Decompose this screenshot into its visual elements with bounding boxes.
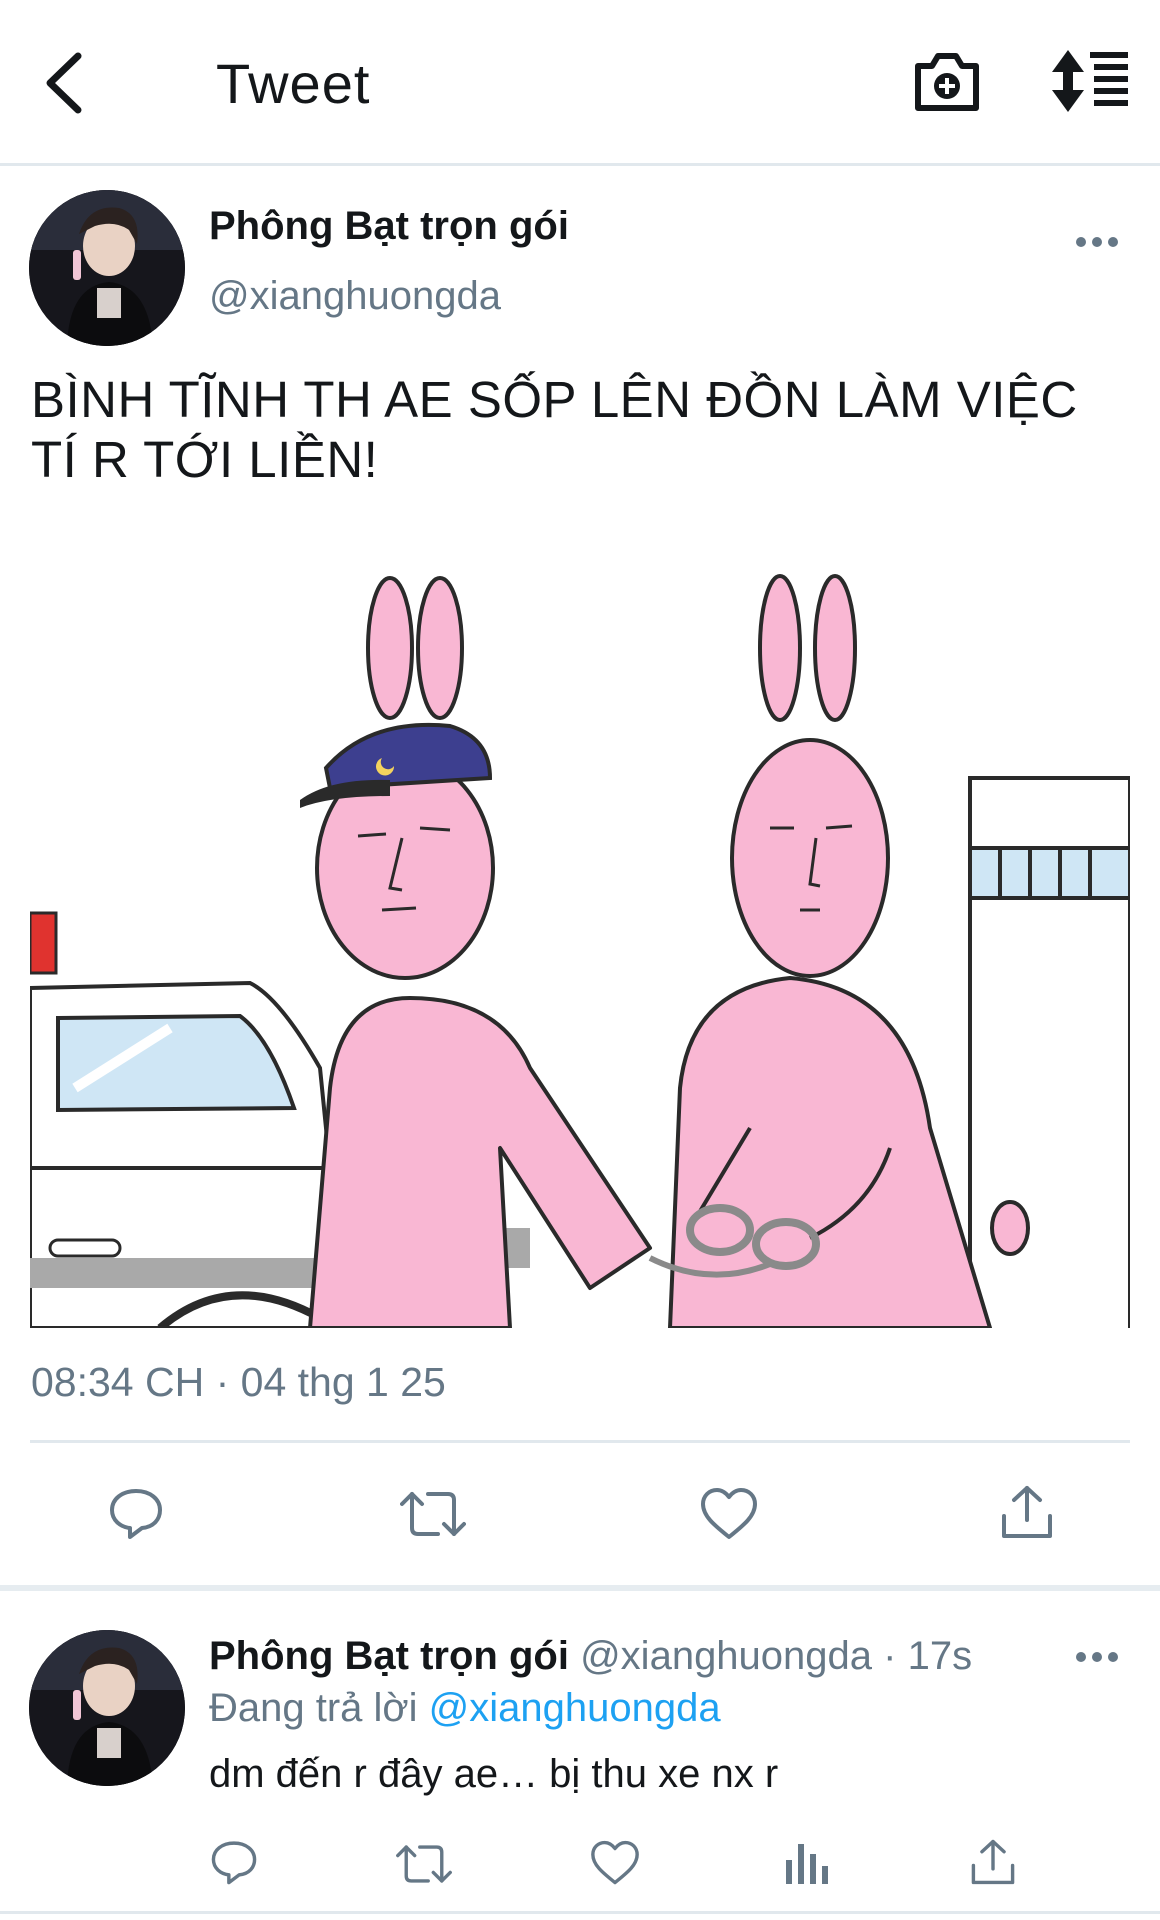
divider	[30, 1440, 1130, 1443]
tweet-text-line-2: TÍ R TỚI LIỀN!	[31, 431, 379, 488]
replying-to: Đang trả lời @xianghuongda	[209, 1682, 721, 1734]
tweet-text: BÌNH TĨNH TH AE SỐP LÊN ĐỒN LÀM VIỆC TÍ …	[31, 370, 1141, 490]
reply-like-button[interactable]	[590, 1840, 640, 1891]
share-icon	[971, 1839, 1015, 1885]
reply-icon	[110, 1489, 162, 1539]
share-button[interactable]	[1000, 1484, 1054, 1545]
reply-author-name[interactable]: Phông Bạt trọn gói	[209, 1634, 569, 1678]
reply-button[interactable]	[108, 1485, 164, 1546]
sort-button[interactable]	[1050, 48, 1130, 114]
more-dots-icon	[1076, 1652, 1118, 1662]
bottom-divider	[0, 1911, 1160, 1914]
reply-text: dm đến r đây ae… bị thu xe nx r	[209, 1752, 779, 1796]
like-button[interactable]	[700, 1487, 758, 1546]
retweet-icon	[400, 1492, 466, 1536]
retweet-icon	[396, 1845, 452, 1883]
replying-to-label: Đang trả lời	[209, 1686, 418, 1730]
back-button[interactable]	[40, 50, 92, 116]
reply-retweet-button[interactable]	[396, 1842, 452, 1891]
author-name[interactable]: Phông Bạt trọn gói	[209, 200, 569, 252]
author-handle[interactable]: @xianghuongda	[209, 270, 501, 322]
page-title: Tweet	[216, 52, 371, 115]
like-icon	[701, 1488, 757, 1539]
analytics-icon	[786, 1844, 828, 1884]
top-bar: Tweet	[0, 0, 1160, 166]
reply-more-options-button[interactable]	[1075, 1647, 1119, 1667]
more-options-button[interactable]	[1075, 232, 1119, 252]
reply-reply-button[interactable]	[210, 1838, 258, 1891]
replying-to-mention[interactable]: @xianghuongda	[429, 1686, 721, 1730]
share-icon	[1002, 1486, 1052, 1538]
reply-analytics-button[interactable]	[784, 1840, 828, 1891]
chevron-left-icon	[46, 52, 82, 114]
retweet-button[interactable]	[400, 1488, 466, 1545]
sort-list-icon	[1052, 50, 1128, 112]
reply-header: Phông Bạt trọn gói @xianghuongda · 17s	[209, 1630, 972, 1682]
reply-meta: @xianghuongda · 17s	[580, 1634, 973, 1678]
tweet-media-image[interactable]	[30, 528, 1130, 1328]
reply-author-avatar[interactable]	[29, 1630, 185, 1786]
camera-plus-icon	[915, 53, 979, 111]
more-dots-icon	[1076, 237, 1118, 247]
camera-button[interactable]	[912, 46, 982, 116]
reply-icon	[211, 1841, 257, 1885]
tweet-text-line-1: BÌNH TĨNH TH AE SỐP LÊN ĐỒN LÀM VIỆC	[31, 371, 1078, 428]
author-avatar[interactable]	[29, 190, 185, 346]
tweet-timestamp: 08:34 CH · 04 thg 1 25	[31, 1359, 446, 1405]
reply-share-button[interactable]	[970, 1838, 1016, 1891]
section-separator	[0, 1585, 1160, 1591]
like-icon	[591, 1840, 639, 1885]
